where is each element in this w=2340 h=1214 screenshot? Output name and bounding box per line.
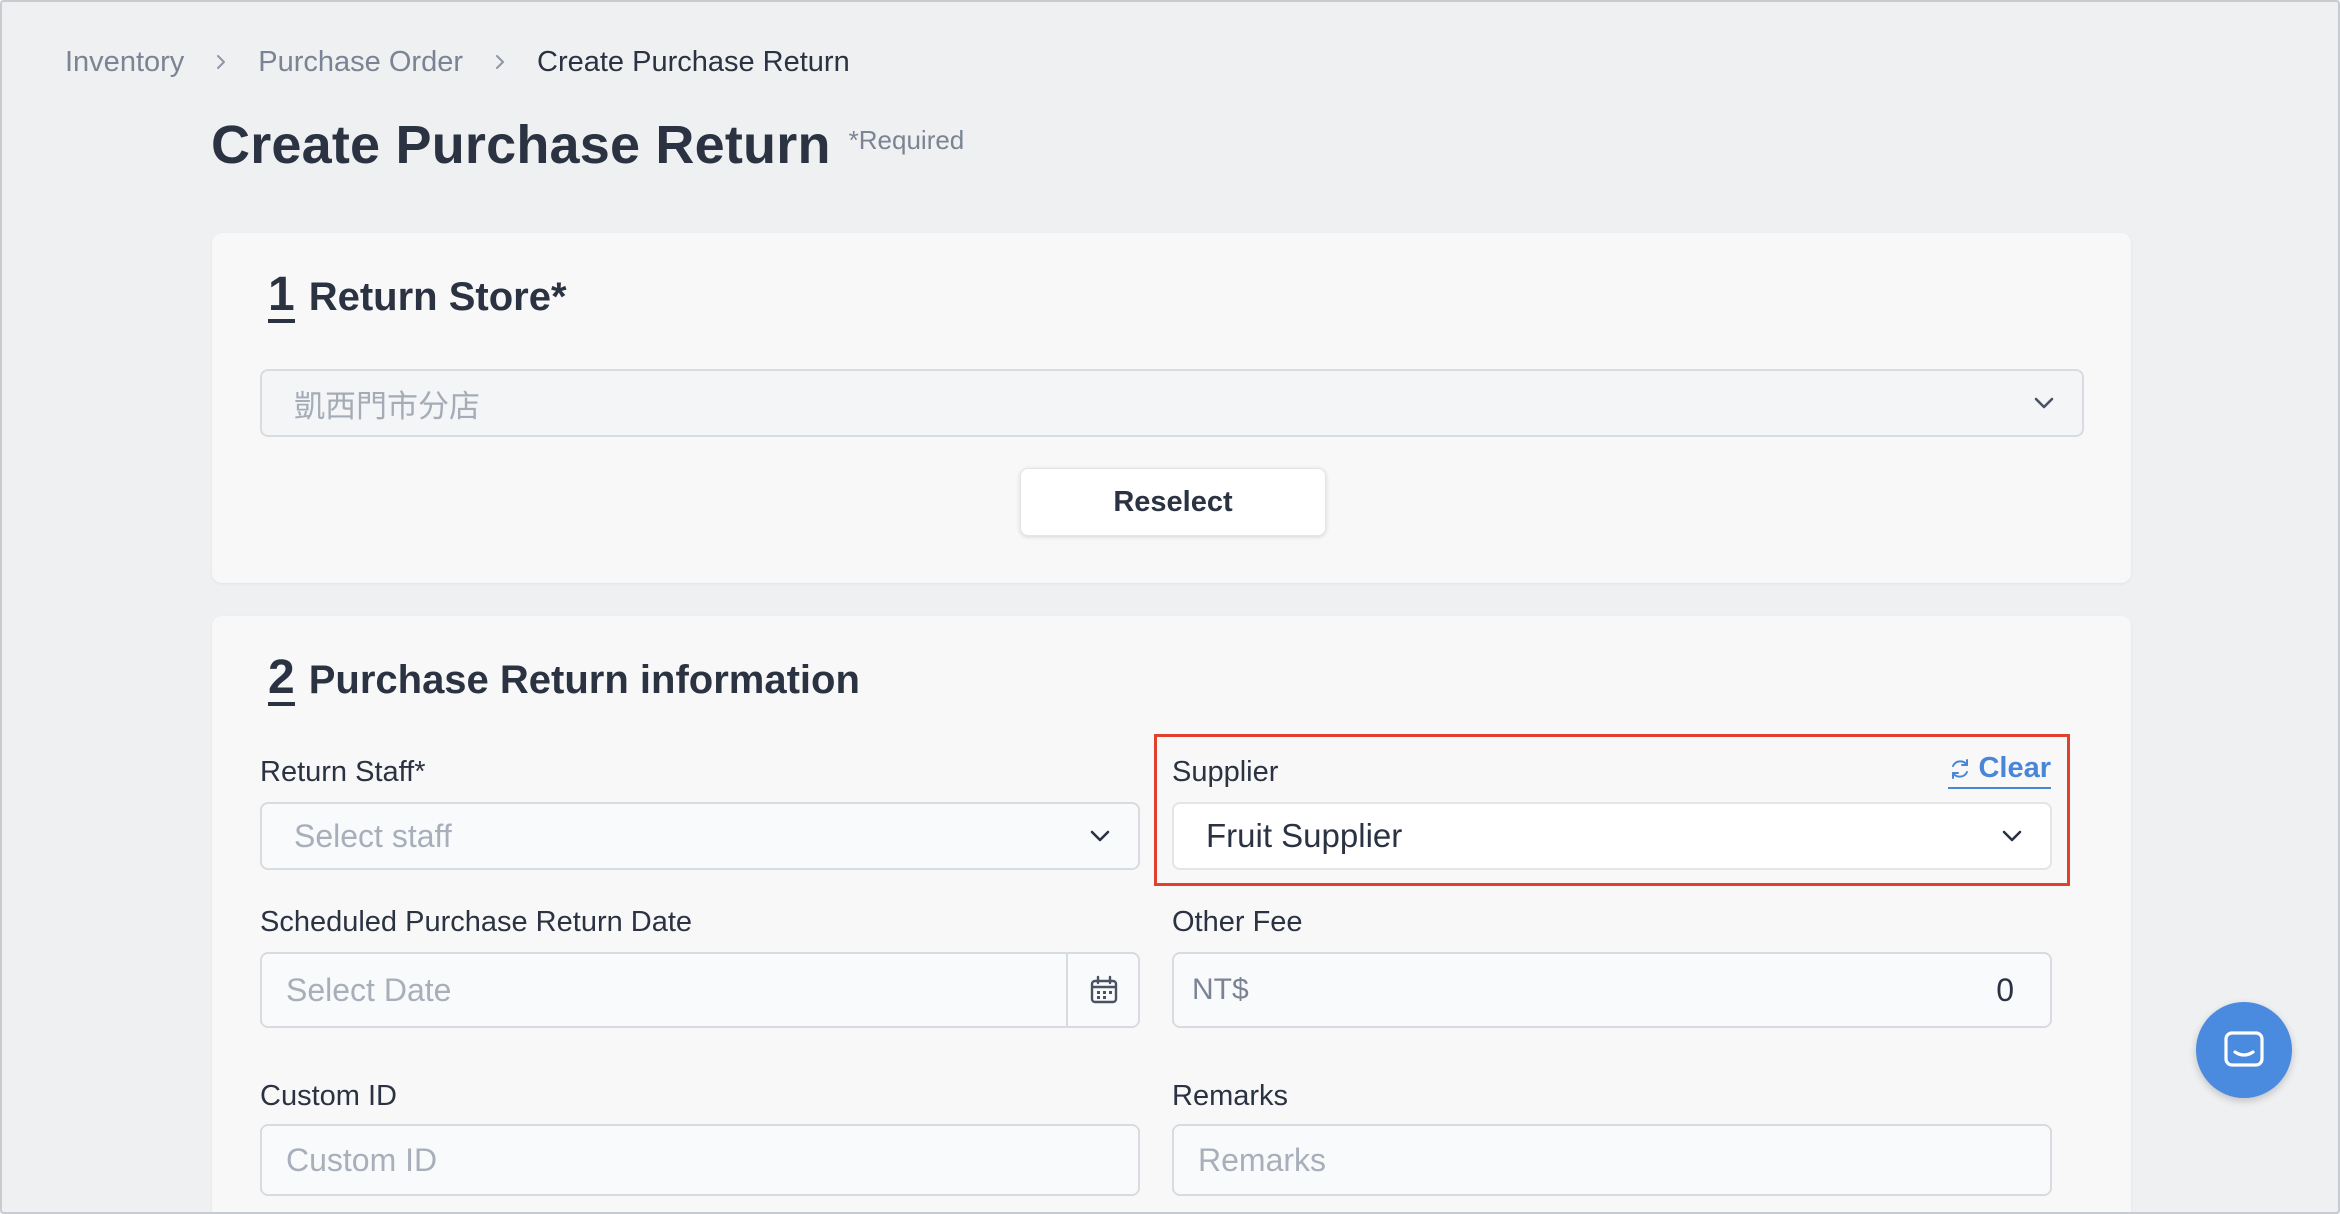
scheduled-date-label: Scheduled Purchase Return Date <box>260 906 693 938</box>
custom-id-label: Custom ID <box>260 1080 397 1112</box>
section-number: 2 <box>268 651 295 706</box>
calendar-icon[interactable] <box>1088 974 1120 1006</box>
supplier-select[interactable]: Fruit Supplier <box>1172 802 2052 870</box>
return-store-value: 凱西門市分店 <box>294 388 480 424</box>
chevron-right-icon <box>480 42 520 82</box>
chat-icon <box>2224 1031 2264 1067</box>
return-staff-label: Return Staff* <box>260 756 426 788</box>
section-title: Return Store* <box>308 275 567 319</box>
currency-prefix: NT$ <box>1192 973 1249 1006</box>
breadcrumb-current: Create Purchase Return <box>537 46 850 78</box>
other-fee-input[interactable]: NT$ 0 <box>1172 952 2052 1028</box>
section-number: 1 <box>268 268 295 323</box>
refresh-icon <box>1952 758 1969 779</box>
return-staff-select[interactable]: Select staff <box>260 802 1140 870</box>
supplier-value: Fruit Supplier <box>1206 817 1403 854</box>
reselect-button[interactable]: Reselect <box>1020 468 1326 536</box>
custom-id-placeholder: Custom ID <box>286 1141 438 1178</box>
other-fee-value: 0 <box>1996 971 2014 1008</box>
scheduled-date-input[interactable]: Select Date <box>260 952 1140 1028</box>
section-title: Purchase Return information <box>308 658 860 702</box>
breadcrumb: Inventory Purchase Order Create Purchase… <box>65 42 850 82</box>
chevron-down-icon <box>2034 397 2054 409</box>
other-fee-label: Other Fee <box>1172 906 1303 938</box>
chevron-down-icon <box>2002 830 2022 842</box>
supplier-clear-button[interactable]: Clear <box>1948 752 2051 789</box>
remarks-placeholder: Remarks <box>1198 1141 1327 1178</box>
required-note: *Required <box>848 125 965 155</box>
page-title: Create Purchase Return <box>211 115 831 175</box>
return-staff-placeholder: Select staff <box>294 817 452 854</box>
chevron-down-icon <box>1090 830 1110 842</box>
custom-id-input[interactable]: Custom ID <box>260 1124 1140 1196</box>
chevron-right-icon <box>201 42 241 82</box>
app-window: Inventory Purchase Order Create Purchase… <box>0 0 2340 1214</box>
chat-launcher-button[interactable] <box>2196 1002 2292 1098</box>
section-heading-return-store: 1 Return Store* <box>268 268 567 323</box>
return-store-card: 1 Return Store* 凱西門市分店 Reselect <box>212 233 2131 583</box>
supplier-label: Supplier <box>1172 756 1279 788</box>
scheduled-date-placeholder: Select Date <box>286 971 452 1008</box>
supplier-clear-label: Clear <box>1978 752 2051 784</box>
section-heading-info: 2 Purchase Return information <box>268 651 860 706</box>
breadcrumb-purchase-order[interactable]: Purchase Order <box>258 42 463 82</box>
remarks-label: Remarks <box>1172 1080 1289 1112</box>
return-store-select[interactable]: 凱西門市分店 <box>260 369 2084 437</box>
remarks-input[interactable]: Remarks <box>1172 1124 2052 1196</box>
purchase-return-info-card: 2 Purchase Return information Return Sta… <box>212 616 2131 1212</box>
title-row: Create Purchase Return *Required <box>211 114 964 176</box>
input-divider <box>1066 954 1068 1026</box>
breadcrumb-inventory[interactable]: Inventory <box>65 42 184 82</box>
